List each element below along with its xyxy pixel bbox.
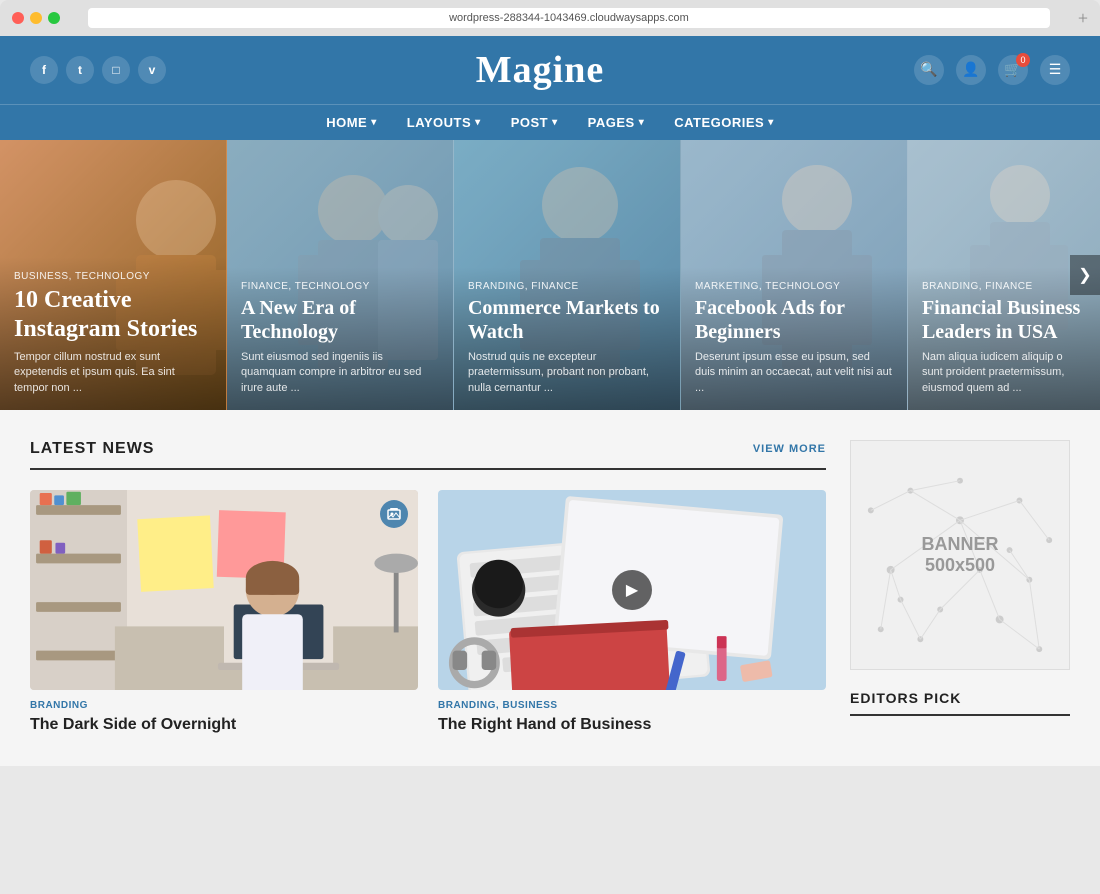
nav-layouts-arrow: ▾: [475, 117, 481, 128]
slide-4-title: Facebook Ads for Beginners: [695, 296, 893, 344]
nav-home-arrow: ▾: [371, 117, 377, 128]
slide-1-title: 10 Creative Instagram Stories: [14, 286, 212, 344]
site-nav: HOME ▾ LAYOUTS ▾ POST ▾ PAGES ▾ CATEGORI…: [0, 104, 1100, 140]
news-thumb-2[interactable]: ▶: [438, 490, 826, 690]
menu-icon[interactable]: ☰: [1040, 55, 1070, 85]
banner-box: BANNER 500x500: [850, 440, 1070, 670]
social-icons-group: f t □ v: [30, 56, 166, 84]
new-tab-button[interactable]: +: [1078, 9, 1088, 27]
nav-pages[interactable]: PAGES ▾: [588, 115, 645, 130]
slide-4-categories: MARKETING, TECHNOLOGY: [695, 281, 893, 292]
search-icon[interactable]: 🔍: [914, 55, 944, 85]
banner-label: BANNER: [921, 534, 998, 555]
editors-pick-title: EDITORS PICK: [850, 690, 1070, 716]
slider-next-button[interactable]: ❯: [1070, 255, 1100, 295]
nav-categories-arrow: ▾: [768, 117, 774, 128]
slide-4[interactable]: MARKETING, TECHNOLOGY Facebook Ads for B…: [681, 140, 908, 410]
slide-5-categories: BRANDING, FINANCE: [922, 281, 1086, 292]
header-actions: 🔍 👤 🛒 0 ☰: [914, 55, 1070, 85]
nav-categories[interactable]: CATEGORIES ▾: [674, 115, 774, 130]
slide-2-excerpt: Sunt eiusmod sed ingeniis iis quamquam c…: [241, 350, 439, 396]
facebook-icon[interactable]: f: [30, 56, 58, 84]
nav-post-arrow: ▾: [552, 117, 558, 128]
slide-1-overlay: BUSINESS, TECHNOLOGY 10 Creative Instagr…: [0, 257, 226, 410]
slide-2-overlay: FINANCE, TECHNOLOGY A New Era of Technol…: [227, 267, 453, 410]
twitter-icon[interactable]: t: [66, 56, 94, 84]
slide-2[interactable]: FINANCE, TECHNOLOGY A New Era of Technol…: [227, 140, 454, 410]
nav-home[interactable]: HOME ▾: [326, 115, 377, 130]
main-content: LATEST NEWS VIEW MORE: [0, 410, 1100, 766]
address-bar[interactable]: wordpress-288344-1043469.cloudwaysapps.c…: [88, 8, 1050, 28]
close-dot[interactable]: [12, 12, 24, 24]
cart-icon[interactable]: 🛒 0: [998, 55, 1028, 85]
slide-3-categories: BRANDING, FINANCE: [468, 281, 666, 292]
slide-3-excerpt: Nostrud quis ne excepteur praetermissum,…: [468, 350, 666, 396]
nav-post[interactable]: POST ▾: [511, 115, 558, 130]
hero-slider: BUSINESS, TECHNOLOGY 10 Creative Instagr…: [0, 140, 1100, 410]
news-card-1[interactable]: BRANDING The Dark Side of Overnight: [30, 490, 418, 736]
news-2-category: BRANDING, BUSINESS: [438, 700, 826, 711]
maximize-dot[interactable]: [48, 12, 60, 24]
slide-3-overlay: BRANDING, FINANCE Commerce Markets to Wa…: [454, 267, 680, 410]
slide-3-title: Commerce Markets to Watch: [468, 296, 666, 344]
vimeo-icon[interactable]: v: [138, 56, 166, 84]
slide-1-excerpt: Tempor cillum nostrud ex sunt expetendis…: [14, 350, 212, 396]
banner-size: 500x500: [921, 555, 998, 576]
news-card-2[interactable]: ▶ BRANDING, BUSINESS The Right Hand of B…: [438, 490, 826, 736]
instagram-icon[interactable]: □: [102, 56, 130, 84]
site-header: f t □ v Magine 🔍 👤 🛒 0 ☰: [0, 36, 1100, 104]
nav-pages-arrow: ▾: [639, 117, 645, 128]
news-thumb-1[interactable]: [30, 490, 418, 690]
slide-2-categories: FINANCE, TECHNOLOGY: [241, 281, 439, 292]
slide-1[interactable]: BUSINESS, TECHNOLOGY 10 Creative Instagr…: [0, 140, 227, 410]
slide-1-categories: BUSINESS, TECHNOLOGY: [14, 271, 212, 282]
news-2-title: The Right Hand of Business: [438, 715, 826, 736]
slide-5-excerpt: Nam aliqua iudicem aliquip o sunt proide…: [922, 350, 1086, 396]
browser-dots: [12, 12, 60, 24]
latest-news-title: LATEST NEWS: [30, 440, 154, 458]
minimize-dot[interactable]: [30, 12, 42, 24]
news-grid: BRANDING The Dark Side of Overnight: [30, 490, 826, 736]
view-more-button[interactable]: VIEW MORE: [753, 443, 826, 455]
user-icon[interactable]: 👤: [956, 55, 986, 85]
browser-chrome: wordpress-288344-1043469.cloudwaysapps.c…: [0, 0, 1100, 36]
slide-4-overlay: MARKETING, TECHNOLOGY Facebook Ads for B…: [681, 267, 907, 410]
play-icon[interactable]: ▶: [612, 570, 652, 610]
slide-3[interactable]: BRANDING, FINANCE Commerce Markets to Wa…: [454, 140, 681, 410]
slide-4-excerpt: Deserunt ipsum esse eu ipsum, sed duis m…: [695, 350, 893, 396]
slide-5-title: Financial Business Leaders in USA: [922, 296, 1086, 344]
latest-news-header: LATEST NEWS VIEW MORE: [30, 440, 826, 470]
content-layout: LATEST NEWS VIEW MORE: [30, 440, 1070, 736]
content-sidebar: BANNER 500x500 EDITORS PICK: [850, 440, 1070, 736]
gallery-icon[interactable]: [380, 500, 408, 528]
news-1-category: BRANDING: [30, 700, 418, 711]
cart-badge: 0: [1016, 53, 1030, 67]
slide-2-title: A New Era of Technology: [241, 296, 439, 344]
news-1-title: The Dark Side of Overnight: [30, 715, 418, 736]
nav-layouts[interactable]: LAYOUTS ▾: [407, 115, 481, 130]
site-logo[interactable]: Magine: [476, 48, 604, 92]
site-wrapper: f t □ v Magine 🔍 👤 🛒 0 ☰ HOME ▾ LAYOUTS …: [0, 36, 1100, 766]
content-left: LATEST NEWS VIEW MORE: [30, 440, 826, 736]
